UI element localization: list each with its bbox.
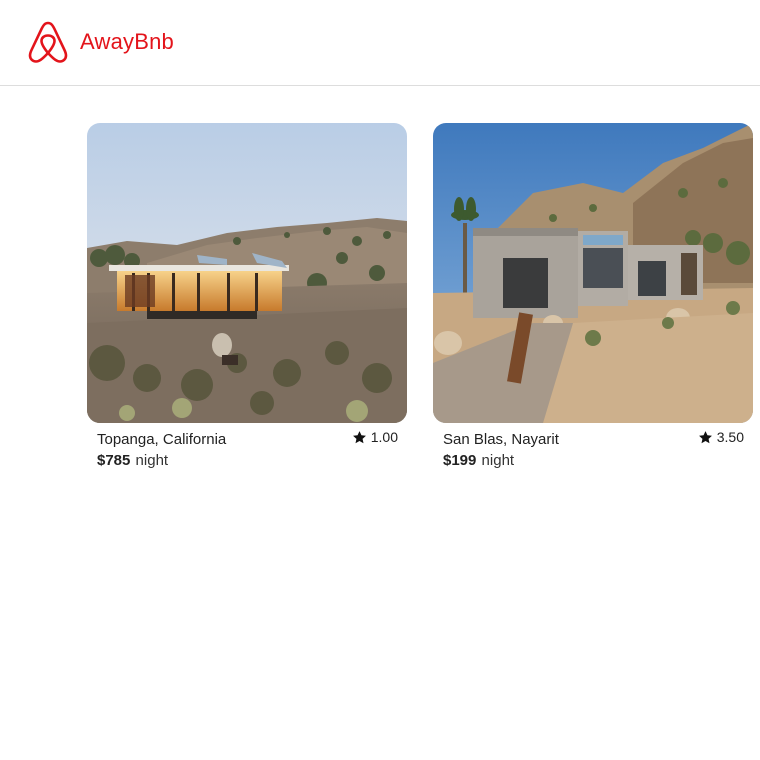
listings-grid: Topanga, California 1.00 $785 night San … [0, 0, 760, 760]
listing-rating: 3.50 [698, 429, 744, 445]
rating-value: 1.00 [370, 429, 398, 445]
listing-rating: 1.00 [352, 429, 398, 445]
price-unit: night [481, 452, 515, 469]
listing-info: San Blas, Nayarit 3.50 $199 night [433, 423, 753, 480]
listing-photo-image [87, 123, 407, 423]
listing-price-line: $199 night [443, 451, 743, 471]
listing-info: Topanga, California 1.00 $785 night [87, 423, 407, 480]
listing-price-line: $785 night [97, 451, 397, 471]
price-unit: night [135, 452, 169, 469]
rating-value: 3.50 [716, 429, 744, 445]
listing-photo[interactable] [433, 123, 753, 423]
listing-price: $199 [443, 452, 477, 469]
star-icon [352, 430, 366, 443]
star-icon [698, 430, 712, 443]
listing-photo-image [433, 123, 753, 423]
listing-price: $785 [97, 452, 131, 469]
listing-card[interactable]: Topanga, California 1.00 $785 night [87, 123, 407, 480]
listing-card[interactable]: San Blas, Nayarit 3.50 $199 night [433, 123, 753, 480]
listing-photo[interactable] [87, 123, 407, 423]
